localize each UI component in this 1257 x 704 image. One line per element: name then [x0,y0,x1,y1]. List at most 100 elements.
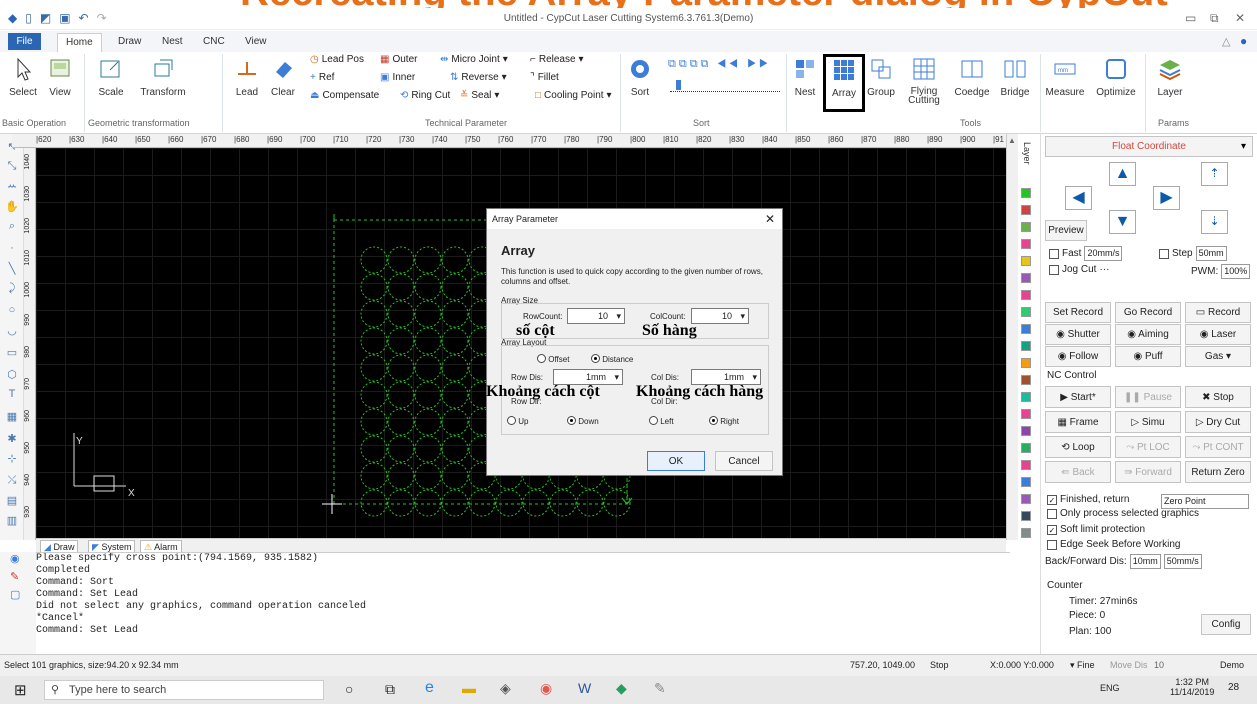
console-settings-icon[interactable]: ◉ [10,552,20,565]
array-circle[interactable] [360,462,388,490]
array-circle[interactable] [414,273,442,301]
layer-swatch[interactable] [1021,205,1031,215]
layer-swatch[interactable] [1021,273,1031,283]
array-circle[interactable] [495,489,523,517]
rectangle-tool-icon[interactable]: ▭ [4,346,20,360]
loop-button[interactable]: ⟲ Loop [1045,436,1111,458]
float-coordinate-select[interactable]: Float Coordinate ▾ [1045,136,1253,157]
array-circle[interactable] [414,381,442,409]
file-explorer-icon[interactable]: ▬ [462,680,476,696]
simu-button[interactable]: ▷ Simu [1115,411,1181,433]
zero-point-select[interactable]: Zero Point [1161,494,1249,509]
polyline-tool-icon[interactable]: ⤸ [4,282,20,296]
coedge-button[interactable]: Coedge [954,56,990,98]
fast-speed-select[interactable]: 20mm/s [1084,246,1123,261]
tab-cnc[interactable]: CNC [203,36,225,47]
tab-home[interactable]: Home [57,33,102,53]
pwm-select[interactable]: 100% [1221,264,1251,279]
forward-button[interactable]: ⇛ Forward [1115,461,1181,483]
cancel-button[interactable]: Cancel [715,451,773,471]
taskbar-search[interactable]: ⚲ Type here to search [44,680,324,700]
finished-return-option[interactable]: ✓ Finished, return [1047,494,1129,505]
layer-swatch[interactable] [1021,341,1031,351]
edge-seek-checkbox[interactable] [1047,539,1057,550]
polygon-tool-icon[interactable]: ⬡ [4,368,20,382]
canvas-scrollbar[interactable]: ▲ [1006,134,1018,540]
move-up-button[interactable]: ▲ [1109,162,1136,186]
pause-button[interactable]: ❚❚ Pause [1115,386,1181,408]
record-select[interactable]: ▭ Record [1185,302,1251,323]
compensate-button[interactable]: ⏏ Compensate [310,90,379,101]
fine-select[interactable]: ▾ Fine [1070,660,1095,671]
node-tool-icon[interactable]: ⤡ [4,160,20,174]
task-view-icon[interactable]: ⧉ [385,681,395,698]
file-menu[interactable]: File [8,33,41,50]
outer-button[interactable]: ▦ Outer [380,54,417,65]
clock[interactable]: 1:32 PM 11/14/2019 [1170,677,1214,697]
return-zero-button[interactable]: Return Zero [1185,461,1251,483]
move-left-button[interactable]: ◀ [1065,186,1092,210]
array-circle[interactable] [441,435,469,463]
finished-return-checkbox[interactable]: ✓ [1047,494,1057,505]
ok-button[interactable]: OK [647,451,705,471]
image-tool-icon[interactable]: ▦ [4,410,20,424]
arc-tool-icon[interactable]: ◡ [4,324,20,338]
jog-cut-option[interactable]: Jog Cut ··· [1049,264,1109,275]
layer-swatch[interactable] [1021,307,1031,317]
transform-button[interactable]: Transform [140,56,186,98]
paint-icon[interactable]: ✎ [654,680,666,697]
pt-cont-button[interactable]: ⤳ Pt CONT [1185,436,1251,458]
left-radio[interactable]: Left [649,416,674,426]
rowcount-dropdown-icon[interactable]: ▾ [616,309,621,323]
text-insert-icon[interactable]: T [4,388,20,402]
point-tool-icon[interactable]: · [4,242,20,256]
micro-joint-button[interactable]: ⇹ Micro Joint ▾ [440,54,508,65]
edge-seek-option[interactable]: Edge Seek Before Working [1047,539,1180,550]
array-circle[interactable] [414,435,442,463]
only-process-checkbox[interactable] [1047,508,1057,519]
layer-swatch[interactable] [1021,375,1031,385]
sort-slider[interactable] [670,80,780,92]
only-process-option[interactable]: Only process selected graphics [1047,508,1199,519]
layer-swatch[interactable] [1021,256,1031,266]
restore-icon[interactable]: ⧉ [1210,11,1219,26]
fast-checkbox[interactable] [1049,248,1059,259]
layer-swatch[interactable] [1021,358,1031,368]
command-console[interactable]: Please specify cross point:(794.1569, 93… [36,552,1010,654]
array-circle[interactable] [387,489,415,517]
app-badge-icon[interactable]: ◉ [540,680,552,697]
seal-button[interactable]: ≚ Seal ▾ [460,90,499,101]
array-circle[interactable] [414,300,442,328]
layer-swatch[interactable] [1021,324,1031,334]
array-circle[interactable] [387,300,415,328]
offset-radio[interactable]: Offset [537,354,569,364]
array-tool-icon[interactable]: ▤ [4,494,20,508]
follow-button[interactable]: ◉ Follow [1045,346,1111,367]
array-circle[interactable] [360,300,388,328]
select-button[interactable]: Select [6,56,40,98]
bf-dis-select[interactable]: 10mm [1129,554,1161,569]
break-tool-icon[interactable]: ⊹ [4,452,20,466]
step-checkbox[interactable] [1159,248,1169,259]
pt-loc-button[interactable]: ⤳ Pt LOC [1115,436,1181,458]
array-circle[interactable] [360,489,388,517]
array-circle[interactable] [360,408,388,436]
puff-button[interactable]: ◉ Puff [1115,346,1181,367]
array-circle[interactable] [441,354,469,382]
lead-button[interactable]: Lead [232,56,262,98]
z-up-button[interactable]: ⇡ [1201,162,1228,186]
rowcount-input[interactable]: 10 ▾ [567,308,625,324]
array-circle[interactable] [387,327,415,355]
array-circle[interactable] [441,381,469,409]
layer-swatch[interactable] [1021,239,1031,249]
sort-tools[interactable]: ⧉⧉⧉⧉ ◀◀ ▶▶ [668,58,771,71]
release-button[interactable]: ⌐ Release ▾ [530,54,584,65]
array-circle[interactable] [441,300,469,328]
gas-select[interactable]: Gas ▾ [1185,346,1251,367]
array-circle[interactable] [387,273,415,301]
frame-button[interactable]: ▦ Frame [1045,411,1111,433]
array-circle[interactable] [387,435,415,463]
array-circle[interactable] [414,327,442,355]
laser-button[interactable]: ◉ Laser [1185,324,1251,345]
dialog-close-icon[interactable]: ✕ [765,212,775,226]
